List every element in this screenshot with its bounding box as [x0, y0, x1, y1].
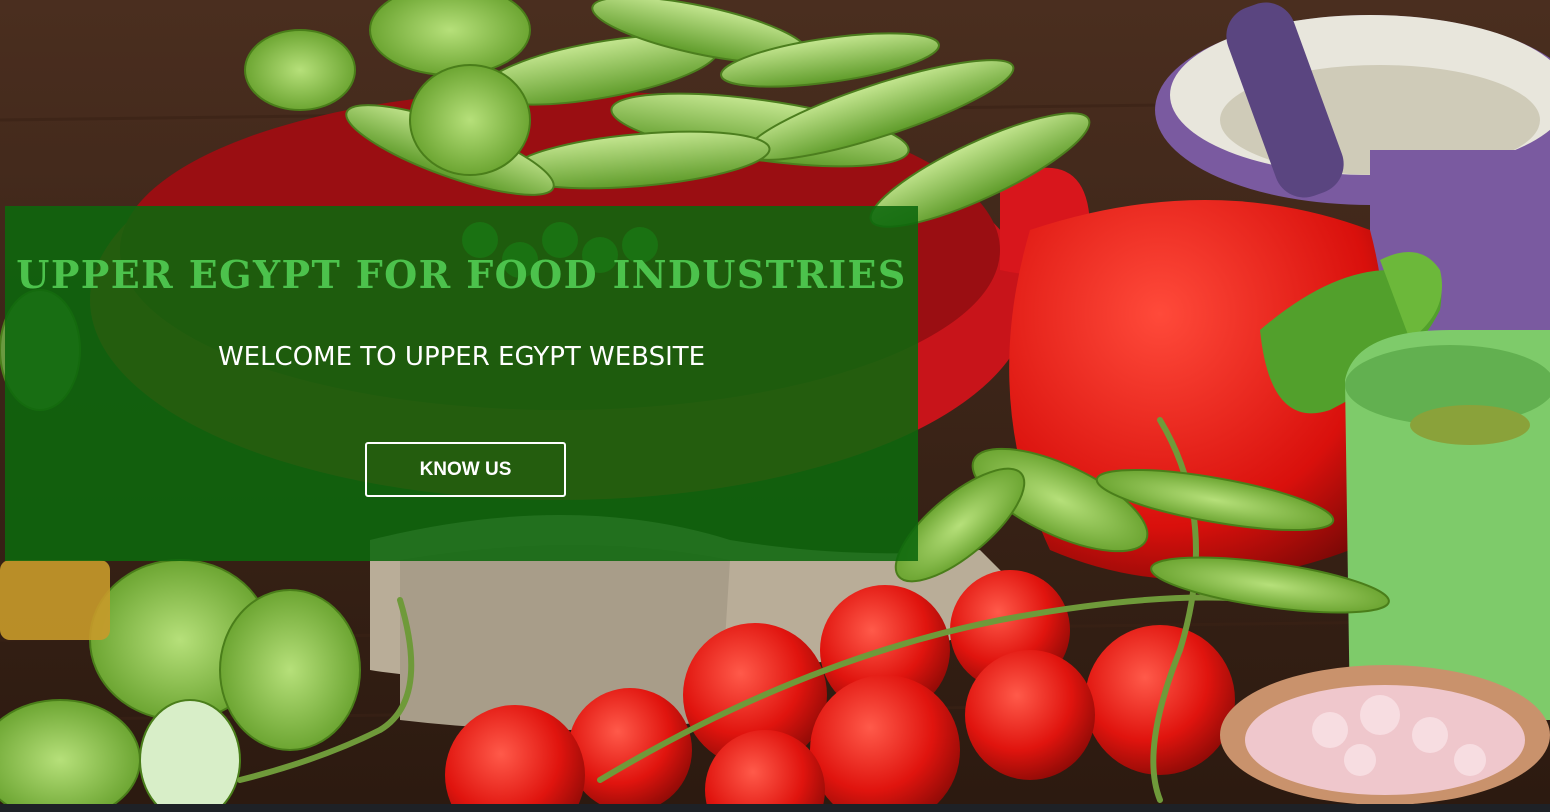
welcome-subtitle: WELCOME TO UPPER EGYPT WEBSITE [217, 342, 706, 372]
know-us-button[interactable]: KNOW US [365, 442, 566, 497]
company-title: UPPER EGYPT FOR FOOD INDUSTRIES [16, 252, 907, 297]
footer-strip [0, 804, 1550, 812]
hero-overlay-panel: UPPER EGYPT FOR FOOD INDUSTRIES WELCOME … [5, 206, 918, 561]
hero-section: UPPER EGYPT FOR FOOD INDUSTRIES WELCOME … [0, 0, 1550, 804]
